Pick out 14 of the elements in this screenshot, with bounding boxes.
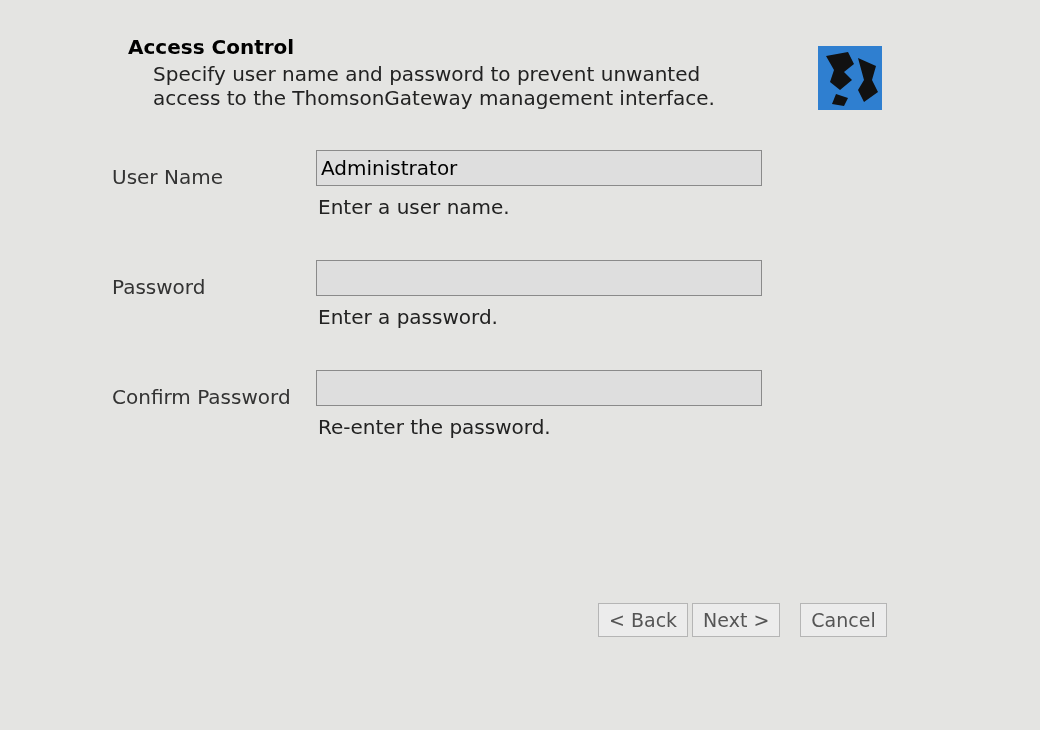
input-field[interactable]: Administrator <box>316 150 762 186</box>
input-field[interactable] <box>316 370 762 406</box>
wizard-button[interactable]: Next > <box>692 603 781 637</box>
section-title: Access Control <box>128 34 296 61</box>
field-label: Confirm Password <box>112 384 292 411</box>
field-hint: Enter a password. <box>317 304 499 331</box>
field-label: Password <box>112 274 207 301</box>
wizard-button[interactable]: < Back <box>598 603 689 637</box>
field-label: User Name <box>112 164 224 191</box>
wizard-button[interactable]: Cancel <box>800 603 887 637</box>
description: Specify user name and password to prevent unwanted access to the ThomsonGateway management interface. <box>152 62 716 110</box>
field-hint: Enter a user name. <box>317 194 511 221</box>
input-field[interactable] <box>316 260 762 296</box>
field-hint: Re-enter the password. <box>317 414 552 441</box>
